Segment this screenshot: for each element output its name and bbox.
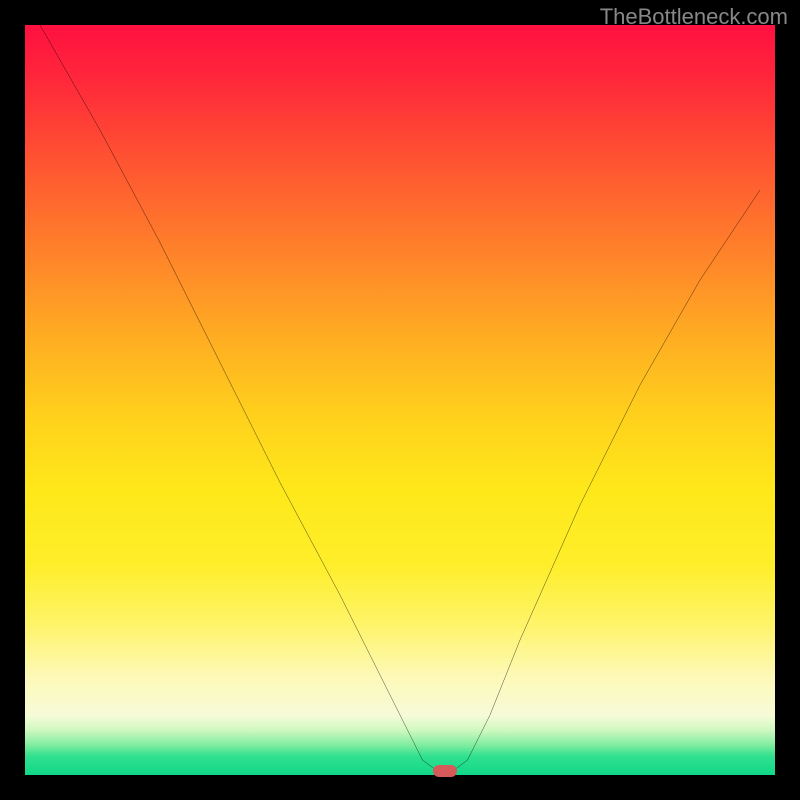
watermark-text: TheBottleneck.com [600, 4, 788, 30]
chart-plot-area [25, 25, 775, 775]
bottleneck-curve-path [40, 25, 760, 771]
optimum-marker [433, 765, 457, 777]
bottleneck-curve-svg [25, 25, 775, 775]
